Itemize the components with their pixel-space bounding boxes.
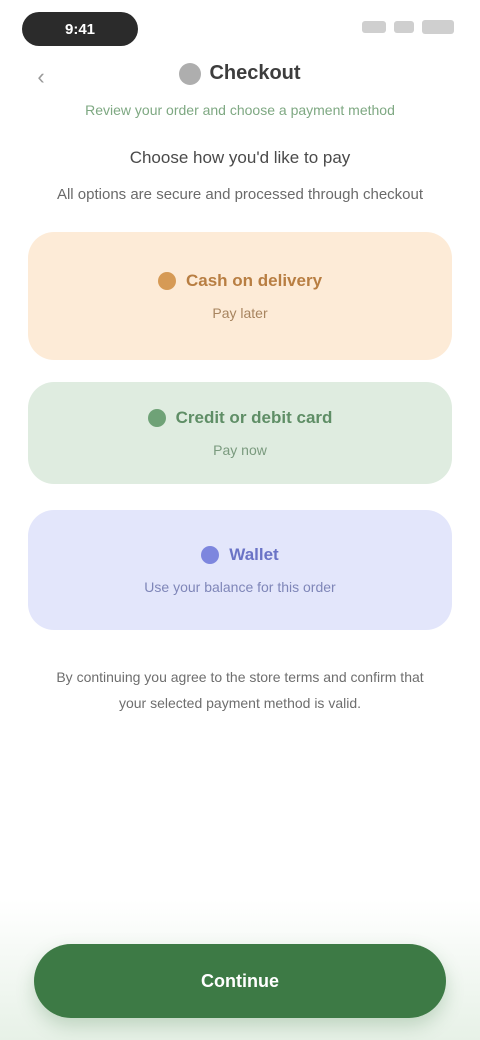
signal-icon — [362, 21, 386, 33]
card-subtitle: Use your balance for this order — [144, 579, 336, 595]
credit-card-icon — [147, 409, 166, 427]
continue-button[interactable]: Continue — [34, 944, 446, 1018]
header-title-wrap: Checkout — [0, 62, 480, 85]
card-title: Cash on delivery — [185, 271, 323, 290]
payment-option-wallet[interactable]: Wallet Use your balance for this order — [28, 510, 452, 630]
card-title-row: Wallet — [201, 545, 279, 565]
cash-icon — [157, 272, 176, 290]
payment-option-cash[interactable]: Cash on delivery Pay later — [28, 232, 452, 360]
page-title: Checkout — [209, 62, 301, 84]
checkout-screen: 9:41 ‹ Checkout Review your order and ch… — [0, 0, 480, 1040]
page-subtitle: Review your order and choose a payment m… — [85, 102, 395, 118]
wifi-icon — [394, 21, 414, 33]
card-subtitle: Pay later — [212, 305, 268, 321]
card-subtitle: Pay now — [213, 442, 267, 458]
payment-option-card[interactable]: Credit or debit card Pay now — [28, 382, 452, 484]
intro-heading: Choose how you'd like to pay — [129, 148, 351, 167]
card-title: Credit or debit card — [175, 408, 333, 427]
card-title-row: Credit or debit card — [147, 408, 333, 428]
status-icons — [362, 20, 454, 34]
card-title: Wallet — [229, 545, 279, 564]
wallet-icon — [201, 546, 220, 564]
intro-description: All options are secure and processed thr… — [56, 186, 424, 203]
status-bar: 9:41 — [0, 0, 480, 60]
status-time: 9:41 — [22, 12, 138, 46]
header: ‹ Checkout — [0, 58, 480, 98]
cart-icon — [179, 62, 202, 85]
battery-icon — [422, 20, 454, 34]
card-title-row: Cash on delivery — [157, 271, 323, 291]
terms-footnote: By continuing you agree to the store ter… — [56, 669, 424, 711]
